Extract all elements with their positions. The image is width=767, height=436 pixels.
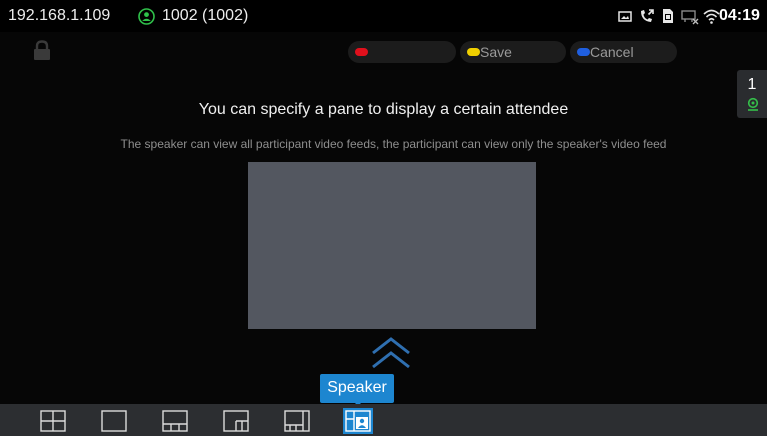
layout-grid-icon xyxy=(40,410,66,432)
instruction-subline: The speaker can view all participant vid… xyxy=(120,137,667,151)
video-pane[interactable] xyxy=(248,162,536,329)
lock-icon[interactable] xyxy=(31,40,53,61)
instruction-headline: You can specify a pane to display a cert… xyxy=(198,101,569,118)
layout-main-side-button[interactable] xyxy=(282,408,312,434)
save-label: Save xyxy=(480,44,512,60)
tooltip-label: Speaker xyxy=(327,379,387,396)
participant-count: 1 xyxy=(747,76,757,93)
layout-main-side-icon xyxy=(284,410,310,432)
red-key-dot xyxy=(355,48,368,56)
account-label: 1002 (1002) xyxy=(162,7,249,24)
red-key-button[interactable] xyxy=(348,41,456,63)
cancel-button[interactable]: Cancel xyxy=(570,41,677,63)
cancel-label: Cancel xyxy=(590,44,634,60)
layout-main-bottom-button[interactable] xyxy=(160,408,190,434)
layout-main-corner-icon xyxy=(223,410,249,432)
sim-icon xyxy=(663,9,673,23)
layout-single-icon xyxy=(101,410,127,432)
layout-main-bottom-icon xyxy=(162,410,188,432)
layout-tooltip: Speaker xyxy=(320,374,394,406)
layout-speaker-button[interactable] xyxy=(343,408,373,434)
status-bar: 192.168.1.109 1002 (1002) 04:19 xyxy=(0,0,767,32)
network-off-icon xyxy=(681,10,699,25)
ip-address: 192.168.1.109 xyxy=(8,7,111,24)
yellow-key-dot xyxy=(467,48,480,56)
save-button[interactable]: Save xyxy=(460,41,566,63)
wifi-icon xyxy=(703,9,720,24)
layout-grid-button[interactable] xyxy=(38,408,68,434)
call-forward-icon xyxy=(641,9,654,22)
layout-speaker-icon xyxy=(345,410,371,432)
layout-single-button[interactable] xyxy=(99,408,129,434)
layout-main-corner-button[interactable] xyxy=(221,408,251,434)
chevron-up-icon[interactable] xyxy=(369,336,413,372)
account-icon xyxy=(138,8,155,25)
clock: 04:19 xyxy=(719,7,760,24)
blue-key-dot xyxy=(577,48,590,56)
screenshot-icon xyxy=(618,11,632,22)
